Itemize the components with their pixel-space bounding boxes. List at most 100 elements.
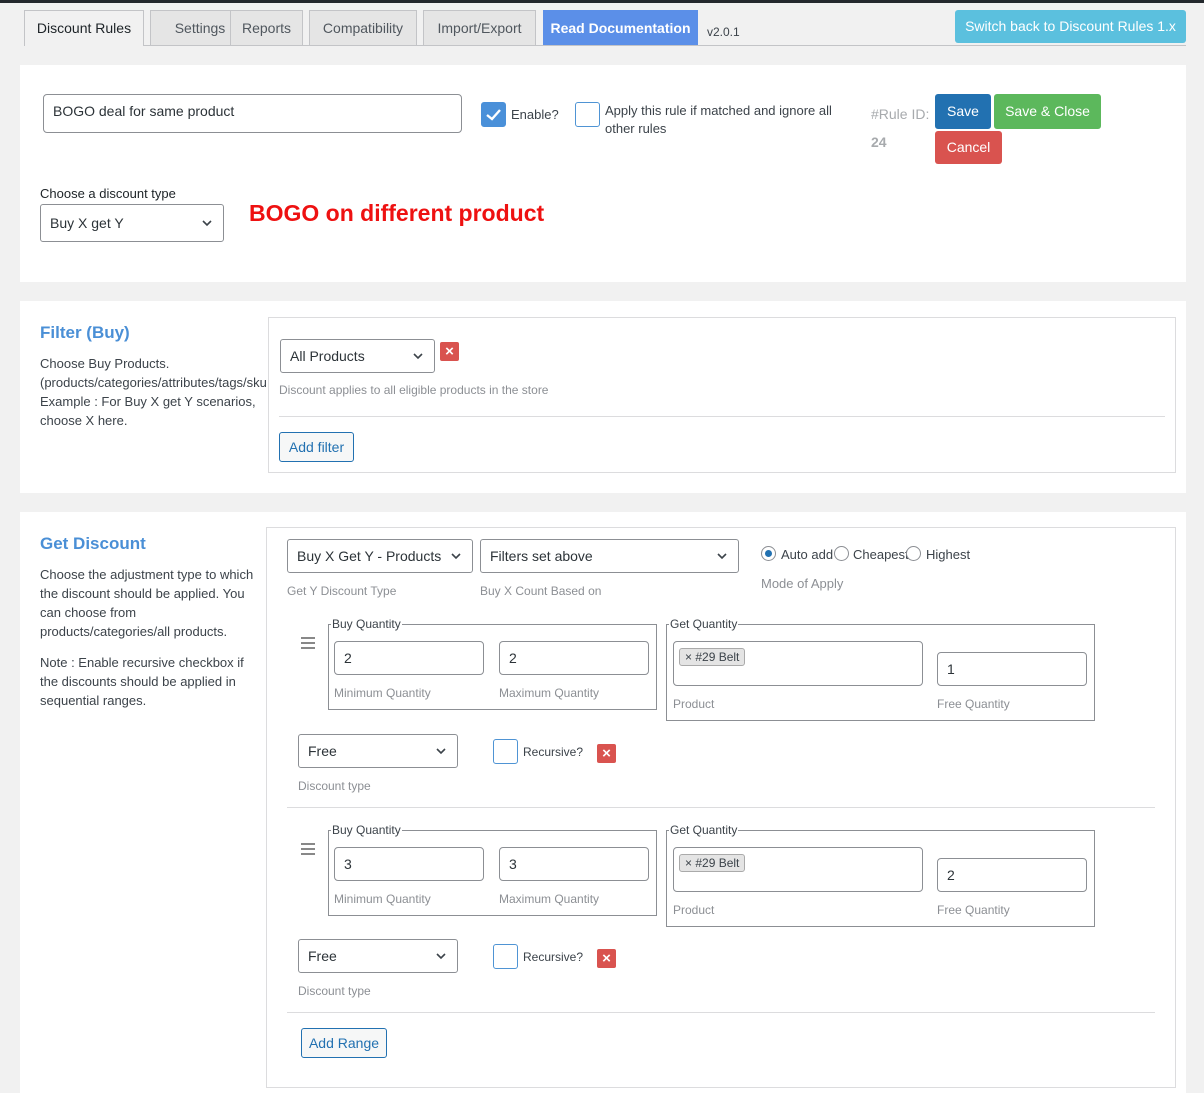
count-based-select[interactable]: Filters set above [480, 539, 739, 573]
buy-quantity-legend: Buy Quantity [331, 617, 402, 631]
recursive-label: Recursive? [523, 745, 584, 759]
chevron-down-icon [451, 553, 461, 560]
product-tag-label: #29 Belt [695, 650, 740, 664]
close-icon: × [445, 343, 454, 360]
close-icon[interactable]: × [685, 856, 695, 870]
get-y-type-hint: Get Y Discount Type [287, 584, 397, 598]
get-discount-panel: Get Discount Choose the adjustment type … [20, 512, 1186, 1093]
filter-description: Choose Buy Products. (products/categorie… [40, 354, 268, 430]
filter-panel: Filter (Buy) Choose Buy Products. (produ… [20, 301, 1186, 493]
count-based-hint: Buy X Count Based on [480, 584, 602, 598]
close-icon: × [602, 950, 611, 967]
get-y-type-value: Buy X Get Y - Products [297, 548, 442, 564]
min-quantity-input[interactable]: 2 [334, 641, 484, 675]
rule-name-input[interactable]: BOGO deal for same product [43, 94, 462, 133]
range-discount-type-value: Free [308, 948, 337, 964]
exclusive-rule-label: Apply this rule if matched and ignore al… [605, 103, 832, 136]
cancel-button[interactable]: Cancel [935, 131, 1002, 164]
product-hint: Product [673, 697, 715, 711]
mode-highest-radio[interactable] [906, 546, 921, 561]
discount-type-label: Choose a discount type [40, 186, 176, 201]
range-discount-type-select[interactable]: Free [298, 734, 458, 768]
rule-id-label: #Rule ID: [871, 106, 930, 122]
get-quantity-legend: Get Quantity [669, 823, 739, 837]
range-divider [287, 1012, 1155, 1013]
get-y-type-select[interactable]: Buy X Get Y - Products [287, 539, 473, 573]
free-quantity-input[interactable]: 2 [937, 858, 1087, 892]
rule-header-panel: BOGO deal for same product Enable? Apply… [20, 65, 1186, 282]
product-tag[interactable]: × #29 Belt [679, 854, 746, 872]
discount-type-select[interactable]: Buy X get Y [40, 204, 224, 242]
get-discount-note: Note : Enable recursive checkbox if the … [40, 655, 244, 708]
free-quantity-hint: Free Quantity [937, 903, 1010, 917]
save-close-button[interactable]: Save & Close [994, 94, 1101, 129]
tab-compatibility[interactable]: Compatibility [309, 10, 417, 45]
min-quantity-input[interactable]: 3 [334, 847, 484, 881]
free-quantity-hint: Free Quantity [937, 697, 1010, 711]
bogo-annotation: BOGO on different product [249, 200, 545, 226]
filter-divider [279, 416, 1165, 417]
chevron-down-icon [436, 748, 446, 755]
chevron-down-icon [717, 553, 727, 560]
product-hint: Product [673, 903, 715, 917]
filter-description-line: choose X here. [40, 413, 128, 428]
close-icon: × [602, 745, 611, 762]
max-quantity-hint: Maximum Quantity [499, 892, 600, 906]
get-discount-box: Buy X Get Y - Products Get Y Discount Ty… [266, 527, 1176, 1088]
mode-highest-label: Highest [926, 547, 971, 562]
rule-id-value: 24 [871, 134, 887, 150]
get-quantity-group: Get Quantity × #29 Belt Product 2 Free Q… [666, 823, 1095, 927]
recursive-checkbox[interactable] [493, 944, 518, 969]
max-quantity-input[interactable]: 3 [499, 847, 649, 881]
get-discount-description: Choose the adjustment type to which the … [40, 567, 254, 639]
range-discount-type-hint: Discount type [298, 984, 371, 998]
recursive-checkbox[interactable] [493, 739, 518, 764]
remove-range-button[interactable]: × [597, 744, 616, 763]
chevron-down-icon [413, 353, 423, 360]
mode-auto-add-radio[interactable] [761, 546, 776, 561]
free-quantity-input[interactable]: 1 [937, 652, 1087, 686]
max-quantity-input[interactable]: 2 [499, 641, 649, 675]
close-icon[interactable]: × [685, 650, 695, 664]
tab-read-documentation[interactable]: Read Documentation [543, 10, 698, 45]
exclusive-rule-checkbox[interactable] [575, 102, 600, 127]
range-discount-type-value: Free [308, 743, 337, 759]
add-range-button[interactable]: Add Range [301, 1028, 387, 1058]
recursive-label: Recursive? [523, 950, 584, 964]
get-quantity-legend: Get Quantity [669, 617, 739, 631]
product-tag-label: #29 Belt [695, 856, 740, 870]
filter-description-line: Choose Buy Products. [40, 356, 170, 371]
mode-cheapest-radio[interactable] [834, 546, 849, 561]
tab-reports[interactable]: Reports [230, 10, 303, 45]
buy-quantity-group: Buy Quantity 2 Minimum Quantity 2 Maximu… [328, 617, 657, 710]
buy-quantity-legend: Buy Quantity [331, 823, 402, 837]
add-filter-button[interactable]: Add filter [279, 432, 354, 462]
filter-type-select[interactable]: All Products [280, 339, 435, 373]
range-divider [287, 807, 1155, 808]
max-quantity-hint: Maximum Quantity [499, 686, 600, 700]
drag-handle-icon[interactable] [301, 843, 315, 858]
drag-handle-icon[interactable] [301, 637, 315, 652]
product-select[interactable]: × #29 Belt [673, 847, 923, 892]
chevron-down-icon [202, 220, 212, 227]
range-discount-type-hint: Discount type [298, 779, 371, 793]
admin-top-bar [0, 0, 1204, 3]
mode-hint: Mode of Apply [761, 576, 844, 591]
product-select[interactable]: × #29 Belt [673, 641, 923, 686]
mode-auto-add-label: Auto add [781, 547, 834, 562]
filter-description-line: (products/categories/attributes/tags/sku [40, 375, 267, 390]
range-discount-type-select[interactable]: Free [298, 939, 458, 973]
remove-filter-button[interactable]: × [440, 342, 459, 361]
enable-label: Enable? [511, 107, 559, 122]
filter-box: All Products × Discount applies to all e… [268, 317, 1176, 473]
switch-version-button[interactable]: Switch back to Discount Rules 1.x [955, 10, 1186, 43]
tab-import-export[interactable]: Import/Export [423, 10, 536, 45]
enable-checkbox[interactable] [481, 102, 506, 127]
remove-range-button[interactable]: × [597, 949, 616, 968]
get-discount-section-title: Get Discount [40, 534, 146, 553]
mode-cheapest-label: Cheapest [853, 547, 909, 562]
product-tag[interactable]: × #29 Belt [679, 648, 746, 666]
save-button[interactable]: Save [935, 94, 991, 129]
min-quantity-hint: Minimum Quantity [334, 892, 431, 906]
tab-discount-rules[interactable]: Discount Rules [24, 10, 144, 46]
